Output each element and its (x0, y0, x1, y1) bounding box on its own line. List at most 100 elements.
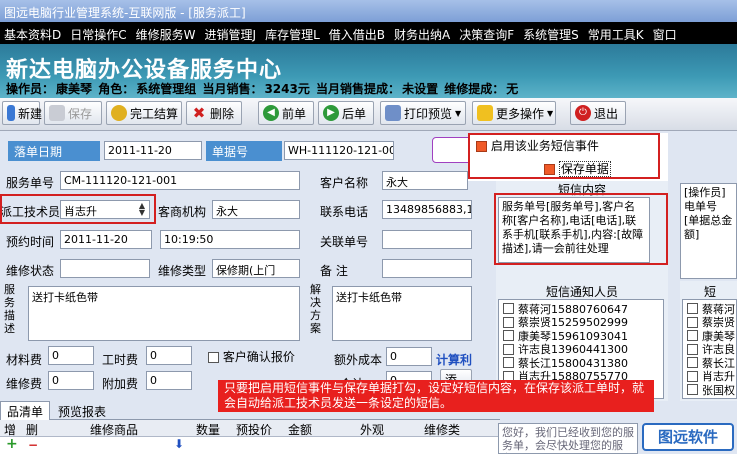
solution-textarea[interactable]: 送打卡纸色带 (332, 286, 472, 341)
power-icon: ⏻ (575, 105, 591, 121)
menu-query[interactable]: 决策查询F (455, 22, 519, 43)
menu-system[interactable]: 系统管理S (519, 22, 584, 43)
related-input[interactable] (382, 230, 472, 249)
save-button[interactable]: 保存 (44, 101, 102, 125)
next-label: 后单 (342, 106, 367, 121)
prev-label: 前单 (282, 106, 307, 121)
list-item[interactable]: 张国权 (683, 383, 736, 397)
status-select[interactable] (60, 259, 150, 278)
folder-icon (477, 105, 493, 121)
arrow-left-icon: ◀ (263, 105, 279, 121)
menu-inventory[interactable]: 库存管理L (261, 22, 325, 43)
print-preview-button[interactable]: 打印预览 ▼ (380, 101, 466, 125)
delete-button[interactable]: ✖ 删除 (186, 101, 242, 125)
role-label: 角色： (98, 82, 135, 96)
labor-label: 工时费 (102, 353, 139, 367)
note-input[interactable] (382, 259, 472, 278)
menu-repair[interactable]: 维修服务W (132, 22, 201, 43)
org-input[interactable]: 永大 (212, 200, 300, 219)
tab-item-list[interactable]: 品清单 (0, 401, 51, 421)
chevron-down-icon: ▼ (547, 108, 554, 118)
new-button[interactable]: 新建 (2, 101, 43, 125)
checkbox-icon (687, 384, 698, 396)
confirm-label: 客户确认报价 (222, 350, 295, 364)
exit-button[interactable]: ⏻ 退出 (570, 101, 626, 125)
menu-finance[interactable]: 财务出纳A (390, 22, 455, 43)
repair-commission-label: 维修提成： (444, 82, 505, 96)
delete-row-icon[interactable]: − (28, 438, 38, 452)
checkbox-icon (503, 303, 514, 315)
add-row-icon[interactable]: + (6, 436, 18, 452)
sms-enable-highlight (468, 133, 660, 179)
checkbox-icon (503, 330, 514, 342)
desc-textarea[interactable]: 送打卡纸色带 (28, 286, 300, 341)
appt-label: 预约时间 (6, 235, 55, 249)
sms-reply-textarea[interactable]: 您好，我们已经收到您的服务单，会尽快处理您的服务。 (498, 423, 638, 454)
arrow-right-icon: ▶ (323, 105, 339, 121)
tech-highlight (0, 194, 156, 224)
repair-fee-input[interactable]: 0 (48, 371, 94, 390)
checkbox-icon (687, 357, 698, 369)
next-button[interactable]: ▶ 后单 (318, 101, 374, 125)
type-label: 维修类型 (158, 264, 207, 278)
dispatch-form: 落单日期 2011-11-20 单据号 WH-111120-121-001 服务… (0, 131, 737, 454)
phone-input[interactable]: 13489856883,134 (382, 200, 472, 219)
desc-label: 服务描述 (4, 283, 15, 335)
sms-right-content[interactable]: [操作员] 电单号 [单据总金额] (680, 183, 737, 279)
annotation-banner: 只要把启用短信事件与保存单据打勾，设定好短信内容，在保存该派工单时，就会自动给派… (218, 380, 654, 412)
settle-label: 完工结算 (130, 106, 179, 121)
recipient-name: 张国权 (702, 383, 735, 397)
material-input[interactable]: 0 (48, 346, 94, 365)
floppy-icon (49, 105, 65, 121)
checkbox-icon (687, 330, 698, 342)
extra-cost-input[interactable]: 0 (386, 347, 432, 366)
tab-preview-report[interactable]: 预览报表 (52, 402, 112, 421)
print-preview-label: 打印预览 (404, 106, 453, 121)
menu-tools[interactable]: 常用工具K (584, 22, 649, 43)
operator-info: 操作员： 康美琴 角色： 系统管理组 当月销售： 3243元 当月销售提成： 未设置 维… (6, 80, 520, 97)
checkbox-icon (687, 343, 698, 355)
chevron-down-icon: ▼ (455, 108, 462, 118)
role-name: 系统管理组 (136, 82, 197, 96)
type-select[interactable]: 保修期(上门 (212, 259, 300, 278)
printer-icon (385, 105, 401, 121)
status-label: 维修状态 (6, 264, 55, 278)
prev-button[interactable]: ◀ 前单 (258, 101, 314, 125)
docno-header: 单据号 (206, 141, 282, 161)
arrow-down-icon[interactable]: ⬇ (174, 437, 184, 451)
status-box (432, 137, 472, 163)
menu-borrow[interactable]: 借入借出B (325, 22, 390, 43)
menu-daily[interactable]: 日常操作C (66, 22, 131, 43)
menu-window[interactable]: 窗口 (649, 22, 682, 43)
sales-value: 3243元 (264, 82, 310, 96)
menu-purchase-sales[interactable]: 进销管理J (201, 22, 262, 43)
customer-input[interactable]: 永大 (382, 171, 468, 190)
service-no-input[interactable]: CM-111120-121-001 (60, 171, 300, 190)
confirm-checkbox[interactable]: 客户确认报价 (208, 348, 295, 365)
calc-link[interactable]: 计算利 (436, 351, 472, 368)
related-label: 关联单号 (320, 235, 369, 249)
repair-fee-label: 维修费 (6, 377, 43, 391)
menu-basic[interactable]: 基本资料D (0, 22, 66, 43)
col-qty: 数量 (196, 423, 221, 437)
docno-input[interactable]: WH-111120-121-001 (284, 141, 394, 160)
phone-label: 联系电话 (320, 205, 369, 219)
recipients-list-2: 蔡蒋河 蔡崇贤 康美琴 许志良 蔡长江 肖志升 张国权 (682, 299, 737, 399)
more-label: 更多操作 (496, 106, 545, 121)
date-input[interactable]: 2011-11-20 (104, 141, 202, 160)
more-actions-button[interactable]: 更多操作 ▼ (472, 101, 556, 125)
addon-input[interactable]: 0 (146, 371, 192, 390)
checkbox-icon (687, 303, 698, 315)
appt-date-input[interactable]: 2011-11-20 (60, 230, 152, 249)
labor-input[interactable]: 0 (146, 346, 192, 365)
settle-button[interactable]: 完工结算 (106, 101, 182, 125)
new-doc-icon (7, 105, 15, 121)
new-label: 新建 (18, 106, 43, 121)
checkbox-icon (687, 370, 698, 382)
customer-label: 客户名称 (320, 176, 369, 190)
save-label: 保存 (68, 106, 93, 121)
operator-name: 康美琴 (56, 82, 93, 96)
appt-time-input[interactable]: 10:19:50 (160, 230, 300, 249)
recipients-header-2: 短 (704, 285, 717, 299)
window-title: 图远电脑行业管理系统-互联网版 - [服务派工] (4, 6, 246, 20)
